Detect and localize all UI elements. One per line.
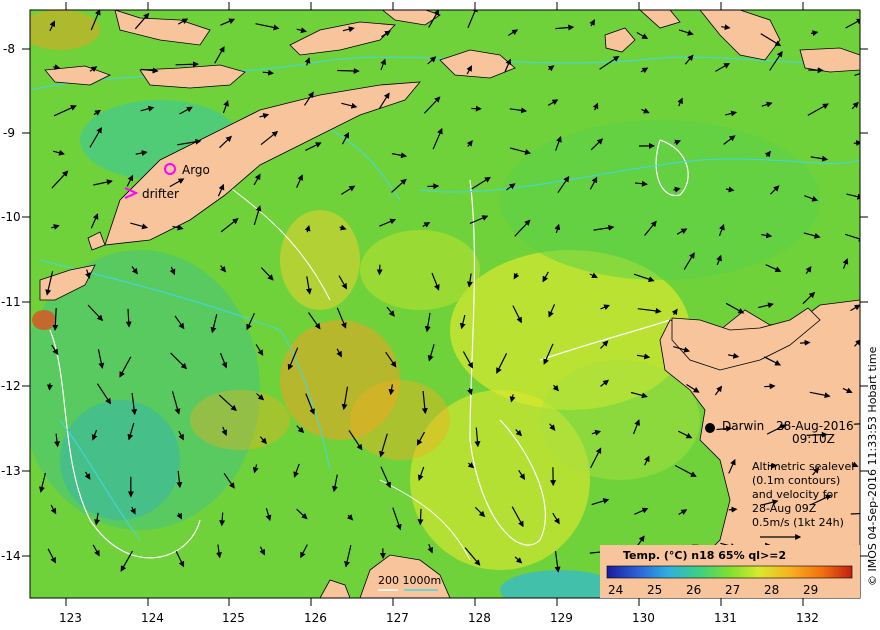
svg-text:132: 132 (796, 611, 819, 625)
colorbar-tick: 26 (686, 583, 701, 597)
darwin-label: Darwin (722, 419, 764, 433)
sst-map: Argo drifter Darwin 28-Aug-2016 09:10Z A… (1, 2, 868, 625)
svg-text:123: 123 (59, 611, 82, 625)
svg-text:Altimetric sealevel: Altimetric sealevel (752, 460, 854, 473)
darwin-marker (705, 423, 715, 433)
svg-text:-9: -9 (3, 126, 15, 140)
svg-text:127: 127 (386, 611, 409, 625)
svg-text:-11: -11 (1, 295, 21, 309)
velocity-arrow (175, 61, 199, 68)
svg-text:200 1000m: 200 1000m (378, 574, 441, 587)
date-label: 28-Aug-2016 (776, 419, 854, 433)
velocity-arrow (764, 383, 776, 390)
velocity-arrow (417, 508, 424, 526)
svg-text:and velocity for: and velocity for (752, 488, 838, 501)
svg-text:-14: -14 (1, 549, 21, 563)
svg-text:124: 124 (141, 611, 164, 625)
drifter-label: drifter (142, 187, 179, 201)
colorbar-tick: 24 (608, 583, 623, 597)
svg-text:130: 130 (632, 611, 655, 625)
colorbar-tick: 25 (647, 583, 662, 597)
svg-text:129: 129 (550, 611, 573, 625)
svg-text:(0.1m contours): (0.1m contours) (752, 474, 840, 487)
colorbar-tick: 28 (764, 583, 779, 597)
svg-text:-8: -8 (3, 42, 15, 56)
svg-text:126: 126 (304, 611, 327, 625)
svg-text:128: 128 (468, 611, 491, 625)
velocity-arrow (799, 339, 811, 346)
colorbar-tick: 27 (725, 583, 740, 597)
credit-text: © IMOS 04-Sep-2016 11:33:53 Hobart time (866, 346, 879, 586)
velocity-arrow (337, 67, 360, 74)
velocity-arrow (850, 512, 860, 515)
svg-text:28-Aug 09Z: 28-Aug 09Z (752, 502, 817, 515)
velocity-arrow (728, 506, 738, 513)
time-label: 09:10Z (792, 432, 835, 446)
velocity-arrow (46, 383, 53, 391)
latitude-labels: -8 -9 -10 -11 -12 -13 -14 (1, 42, 21, 563)
svg-text:-13: -13 (1, 464, 21, 478)
svg-text:-12: -12 (1, 379, 21, 393)
colorbar-title: Temp. (°C) n18 65% ql>=2 (623, 549, 786, 562)
argo-label: Argo (182, 163, 210, 177)
svg-text:0.5m/s (1kt 24h): 0.5m/s (1kt 24h) (752, 516, 844, 529)
svg-text:-10: -10 (1, 210, 21, 224)
velocity-arrow (427, 183, 440, 190)
sea-temperature-field (30, 10, 860, 598)
colorbar-tick: 29 (803, 583, 818, 597)
longitude-labels: 123 124 125 126 127 128 129 130 131 132 (59, 611, 819, 625)
svg-text:131: 131 (714, 611, 737, 625)
colorbar: Temp. (°C) n18 65% ql>=2 24 25 26 27 28 … (600, 545, 860, 598)
svg-text:125: 125 (222, 611, 245, 625)
